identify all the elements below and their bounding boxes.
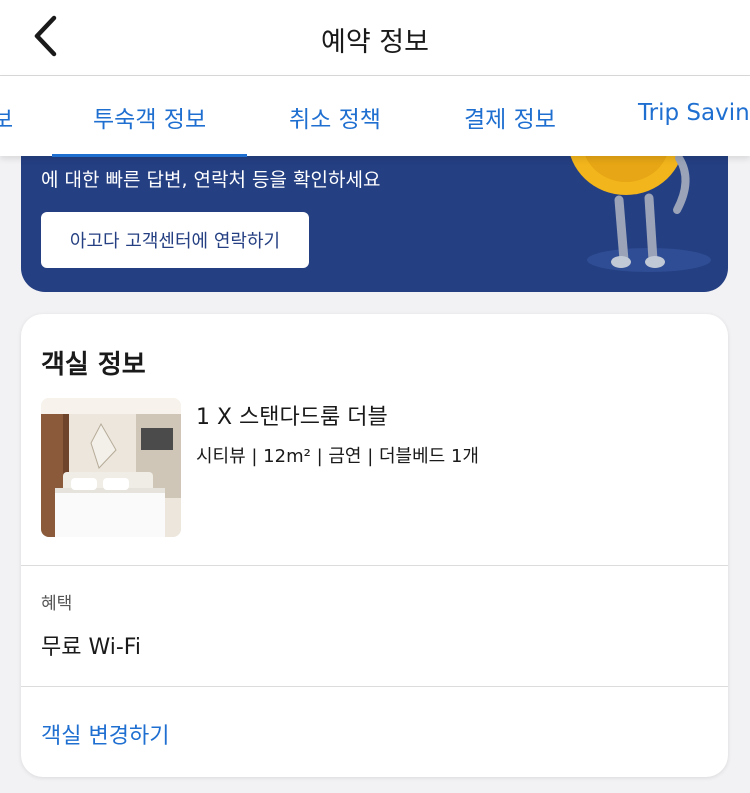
tab-trip-saving[interactable]: Trip Saving: [638, 100, 750, 126]
page-title: 예약 정보: [321, 27, 429, 58]
tab-cancellation-policy[interactable]: 취소 정책: [289, 100, 381, 134]
change-room-link[interactable]: 객실 변경하기: [41, 718, 169, 750]
room-info-card: 객실 정보 1 X 스탠다드룸 더블 시티뷰 | 12m² | 금연 | 더블베…: [21, 314, 728, 777]
divider: [21, 686, 728, 687]
section-tabs: 보 투숙객 정보 취소 정책 결제 정보 Trip Saving: [0, 76, 750, 156]
active-tab-indicator: [52, 154, 247, 157]
banner-text: 에 대한 빠른 답변, 연락처 등을 확인하세요: [41, 169, 381, 191]
benefit-label: 혜택: [41, 594, 73, 614]
tab-booking[interactable]: 보: [0, 100, 13, 134]
top-bar: 예약 정보: [0, 0, 750, 76]
room-info-title: 객실 정보: [41, 350, 146, 380]
room-photo: [41, 398, 181, 537]
divider: [21, 565, 728, 566]
tab-guest-info[interactable]: 투숙객 정보: [93, 100, 206, 134]
benefit-value: 무료 Wi-Fi: [41, 635, 141, 660]
tab-payment-info[interactable]: 결제 정보: [464, 100, 556, 134]
room-details: 시티뷰 | 12m² | 금연 | 더블베드 1개: [196, 446, 479, 467]
room-name: 1 X 스탠다드룸 더블: [196, 405, 388, 430]
contact-customer-center-button[interactable]: 아고다 고객센터에 연락하기: [41, 212, 309, 268]
